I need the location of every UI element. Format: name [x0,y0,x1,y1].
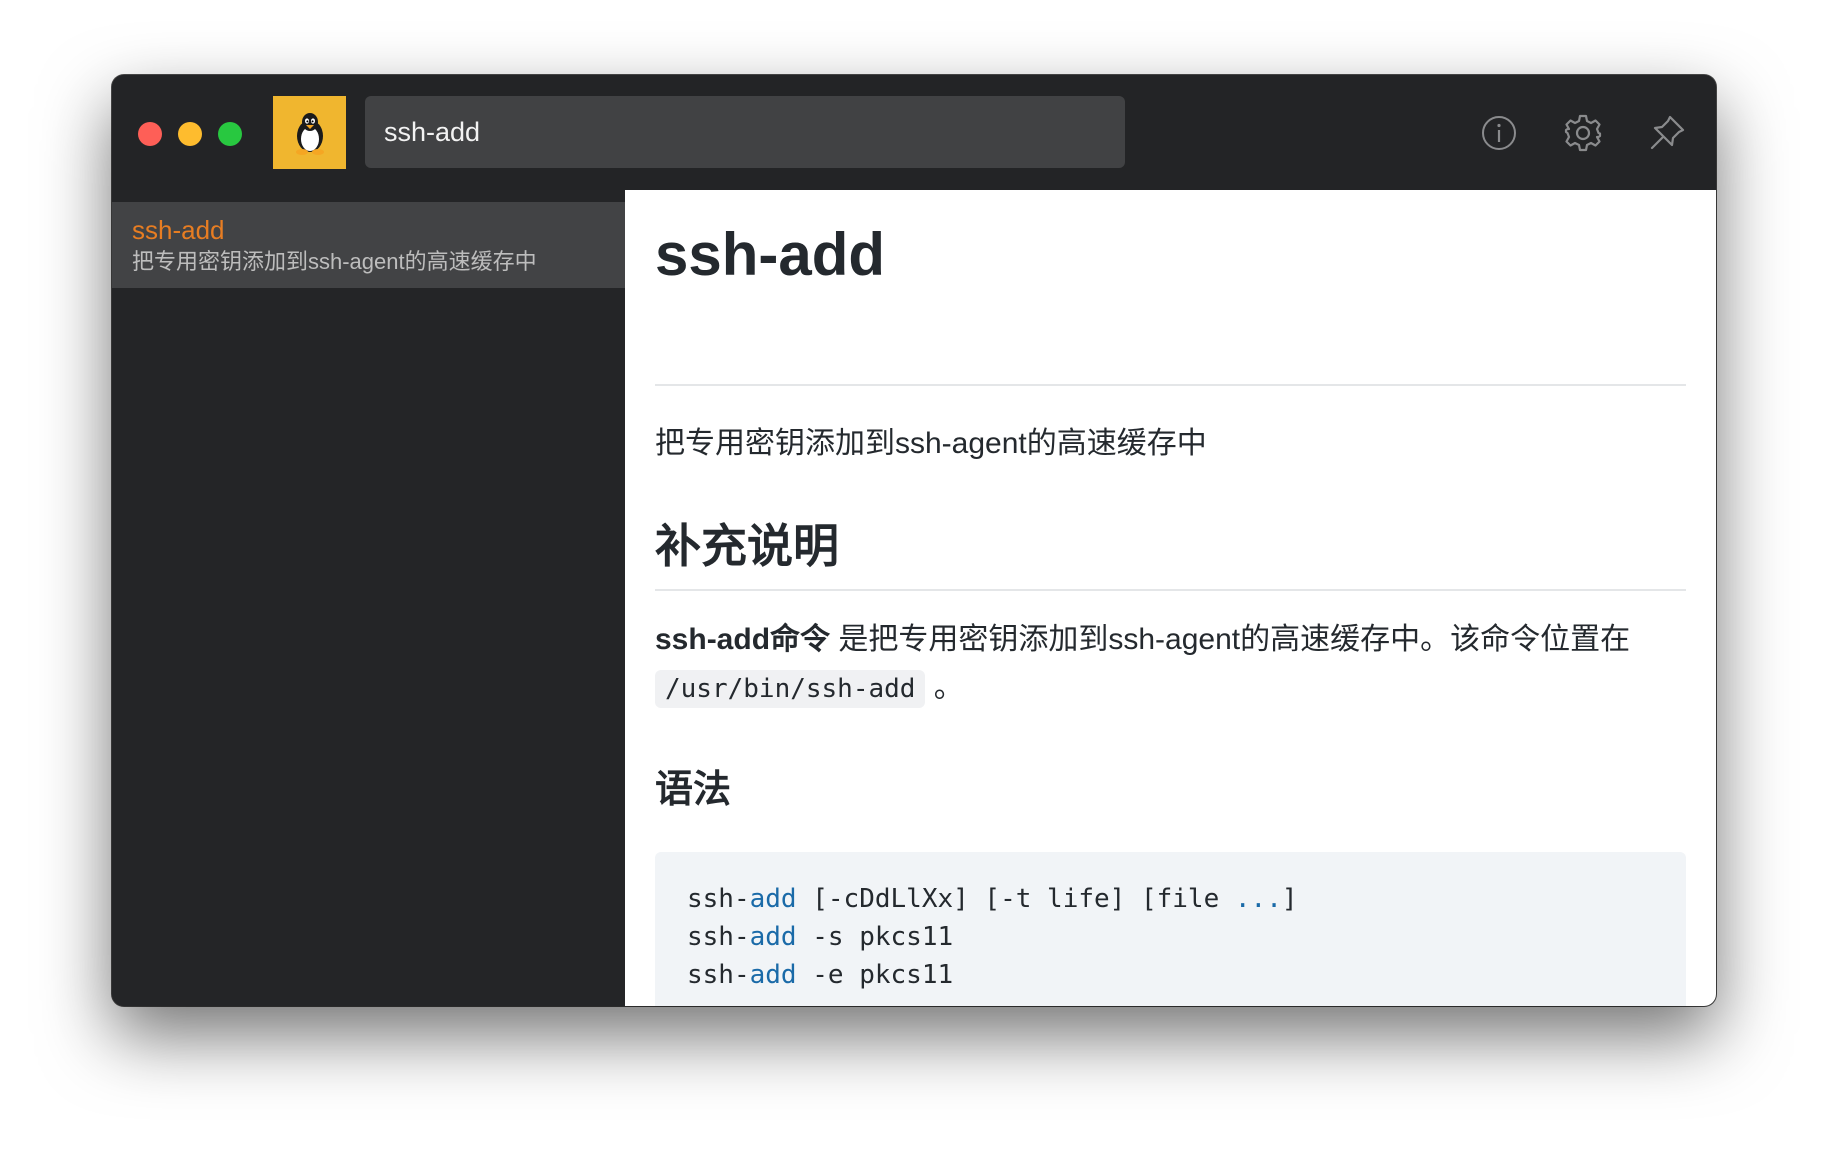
sidebar-item-desc: 把专用密钥添加到ssh-agent的高速缓存中 [132,249,537,274]
pin-button[interactable] [1646,112,1688,154]
summary-text: 把专用密钥添加到ssh-agent的高速缓存中 [655,427,1207,460]
titlebar [112,75,1716,190]
close-window-button[interactable] [138,122,162,146]
code-keyword: add [749,884,797,914]
description-paragraph: ssh-add命令 是把专用密钥添加到ssh-agent的高速缓存中。该命令位置… [655,616,1686,713]
code-token: -e pkcs11 [796,960,954,990]
code-line: ssh-add [-cDdLlXx] [-t life] [file ...] [687,880,1686,918]
code-keyword: ... [1234,884,1282,914]
code-line: ssh-add -e pkcs11 [687,956,1686,994]
code-keyword: add [749,960,797,990]
description-text: 是把专用密钥添加到ssh-agent的高速缓存中。该命令位置在 [830,623,1631,656]
code-token: ssh- [687,960,750,990]
pin-icon [1650,115,1685,150]
code-token: -s pkcs11 [796,922,954,952]
app-logo [273,96,346,169]
code-token: ssh- [687,884,750,914]
maximize-window-button[interactable] [218,122,242,146]
tux-penguin-icon [295,112,324,155]
app-window: ssh-add 把专用密钥添加到ssh-agent的高速缓存中 ssh-add … [112,75,1716,1006]
search-box[interactable] [365,96,1125,168]
info-button[interactable] [1478,112,1520,154]
section-heading: 补充说明 [655,520,839,572]
description-end: 。 [925,671,964,704]
code-block: ssh-add [-cDdLlXx] [-t life] [file ...] … [655,852,1686,1006]
doc-content: ssh-add 把专用密钥添加到ssh-agent的高速缓存中 补充说明 ssh… [625,190,1716,1006]
code-keyword: add [749,922,797,952]
code-line: ssh-add -s pkcs11 [687,918,1686,956]
minimize-window-button[interactable] [178,122,202,146]
inline-code-path: /usr/bin/ssh-add [655,670,926,708]
divider [655,589,1686,591]
settings-button[interactable] [1562,112,1604,154]
gear-icon [1564,114,1602,152]
page-title: ssh-add [655,221,886,288]
syntax-heading: 语法 [655,769,732,811]
code-token: ] [1281,884,1298,914]
code-token: [-cDdLlXx] [-t life] [file [796,884,1235,914]
sidebar: ssh-add 把专用密钥添加到ssh-agent的高速缓存中 [112,190,625,1006]
sidebar-item-title: ssh-add [132,215,225,245]
description-bold: ssh-add命令 [655,623,831,656]
divider [655,384,1686,386]
info-icon [1482,116,1516,150]
search-input[interactable] [384,116,1125,148]
code-token: ssh- [687,922,750,952]
sidebar-item-ssh-add[interactable]: ssh-add 把专用密钥添加到ssh-agent的高速缓存中 [112,202,625,288]
